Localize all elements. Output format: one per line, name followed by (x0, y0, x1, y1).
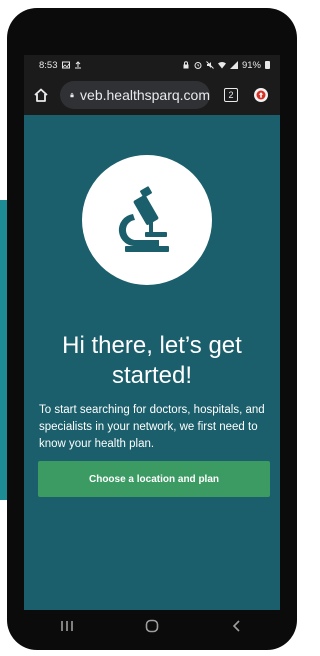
browser-update-button[interactable] (254, 88, 268, 102)
recent-apps-button[interactable] (52, 614, 82, 638)
upload-notification-icon (74, 61, 81, 69)
screen: 8:53 91% veb.healthsparq.com 2 Hi there,… (24, 55, 280, 610)
lock-icon (70, 92, 74, 98)
update-arrow-icon (256, 90, 266, 100)
browser-home-button[interactable] (30, 84, 52, 106)
android-nav-bar (24, 608, 280, 644)
intro-text: To start searching for doctors, hospital… (39, 403, 265, 450)
browser-toolbar: veb.healthsparq.com 2 (24, 75, 280, 115)
gallery-notification-icon (61, 61, 70, 69)
mute-icon (206, 61, 214, 69)
status-time: 8:53 (39, 59, 58, 71)
lock-status-icon (183, 61, 189, 69)
choose-location-plan-button[interactable]: Choose a location and plan (38, 461, 270, 497)
status-bar: 8:53 91% (24, 55, 280, 75)
recent-apps-icon (60, 621, 73, 631)
tab-count: 2 (228, 90, 234, 100)
back-button[interactable] (222, 614, 252, 638)
home-icon (34, 88, 48, 102)
battery-icon (265, 61, 270, 69)
battery-percent: 91% (241, 59, 261, 71)
home-button[interactable] (137, 614, 167, 638)
page-content: Hi there, let’s get started! To start se… (24, 115, 280, 610)
url-text: veb.healthsparq.com (80, 87, 210, 103)
wifi-icon (217, 61, 226, 69)
microscope-icon (118, 186, 169, 252)
address-bar[interactable]: veb.healthsparq.com (60, 81, 210, 109)
back-icon (233, 620, 240, 632)
tab-switcher-button[interactable]: 2 (224, 88, 238, 102)
hero-illustration (82, 155, 212, 285)
alarm-icon (194, 62, 202, 69)
home-circle-icon (145, 619, 159, 633)
page-heading: Hi there, let’s get started! (62, 332, 242, 390)
signal-icon (229, 61, 238, 69)
